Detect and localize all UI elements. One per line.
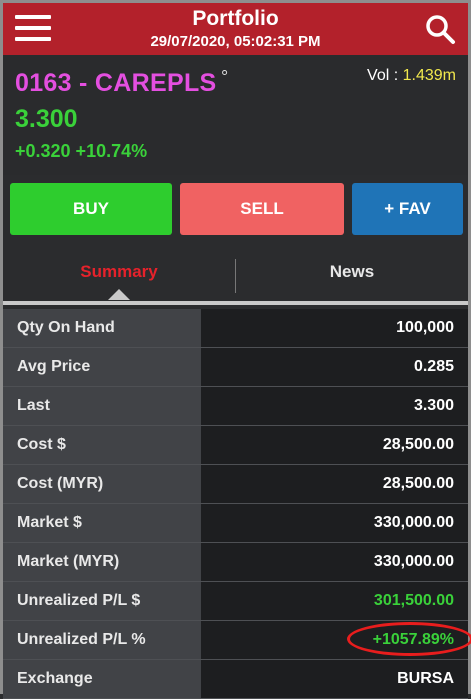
stock-quote-panel: 0163 - CAREPLS ° Vol : 1.439m 3.300 +0.3… [3,55,468,175]
tab-news[interactable]: News [236,243,468,301]
row-label: Avg Price [3,347,201,387]
row-label: Unrealized P/L % [3,620,201,660]
volume-value: 1.439m [402,67,456,84]
page-datetime: 29/07/2020, 05:02:31 PM [150,33,321,50]
row-label: Market (MYR) [3,542,201,582]
row-value: BURSA [201,659,468,699]
price-change: +0.320 +10.74% [15,141,148,161]
table-row: Cost $28,500.00 [3,425,468,465]
table-row: Market (MYR) 330,000.00 [3,542,468,582]
row-label: Last [3,386,201,426]
stock-status-indicator: ° [221,67,229,87]
row-value: 28,500.00 [201,425,468,465]
volume-label: Vol : [367,67,403,84]
row-value: 3.300 [201,386,468,426]
last-price: 3.300 [15,105,78,133]
row-label: Market $ [3,503,201,543]
highlighted-value: +1057.89% [346,622,471,656]
stock-name: 0163 - CAREPLS [15,69,217,97]
table-row: Qty On Hand 100,000 [3,309,468,348]
page-title: Portfolio [192,7,279,30]
row-value: 330,000.00 [201,503,468,543]
add-favourite-button[interactable]: + FAV [352,183,463,235]
table-row: Avg Price 0.285 [3,347,468,387]
portfolio-summary-table: Qty On Hand 100,000 Avg Price 0.285 Last 3.… [3,309,471,699]
row-label: Unrealized P/L $ [3,581,201,621]
table-row: Market $330,000.00 [3,503,468,543]
row-value-cell: +1057.89% [201,620,471,660]
buy-button[interactable]: BUY [10,183,172,235]
volume-readout: Vol : 1.439m [367,67,456,85]
row-value: 0.285 [201,347,468,387]
row-value: 301,500.00 [201,581,468,621]
row-label: Qty On Hand [3,309,201,348]
tab-bar: Summary News [3,243,468,305]
row-label: Cost $ [3,425,201,465]
table-row: Unrealized P/L % +1057.89% [3,620,471,660]
sell-button[interactable]: SELL [180,183,344,235]
red-circle-annotation [346,622,471,656]
search-icon[interactable] [424,13,456,45]
active-tab-indicator [108,289,130,300]
table-row: Unrealized P/L $301,500.00 [3,581,468,621]
row-label: Exchange [3,659,201,699]
row-value: 330,000.00 [201,542,468,582]
table-row: Cost (MYR) 28,500.00 [3,464,468,504]
app-header: Portfolio 29/07/2020, 05:02:31 PM [3,3,468,55]
row-value: 100,000 [201,309,468,348]
row-value: 28,500.00 [201,464,468,504]
table-row: Exchange BURSA [3,659,468,699]
row-label: Cost (MYR) [3,464,201,504]
table-row: Last 3.300 [3,386,468,426]
